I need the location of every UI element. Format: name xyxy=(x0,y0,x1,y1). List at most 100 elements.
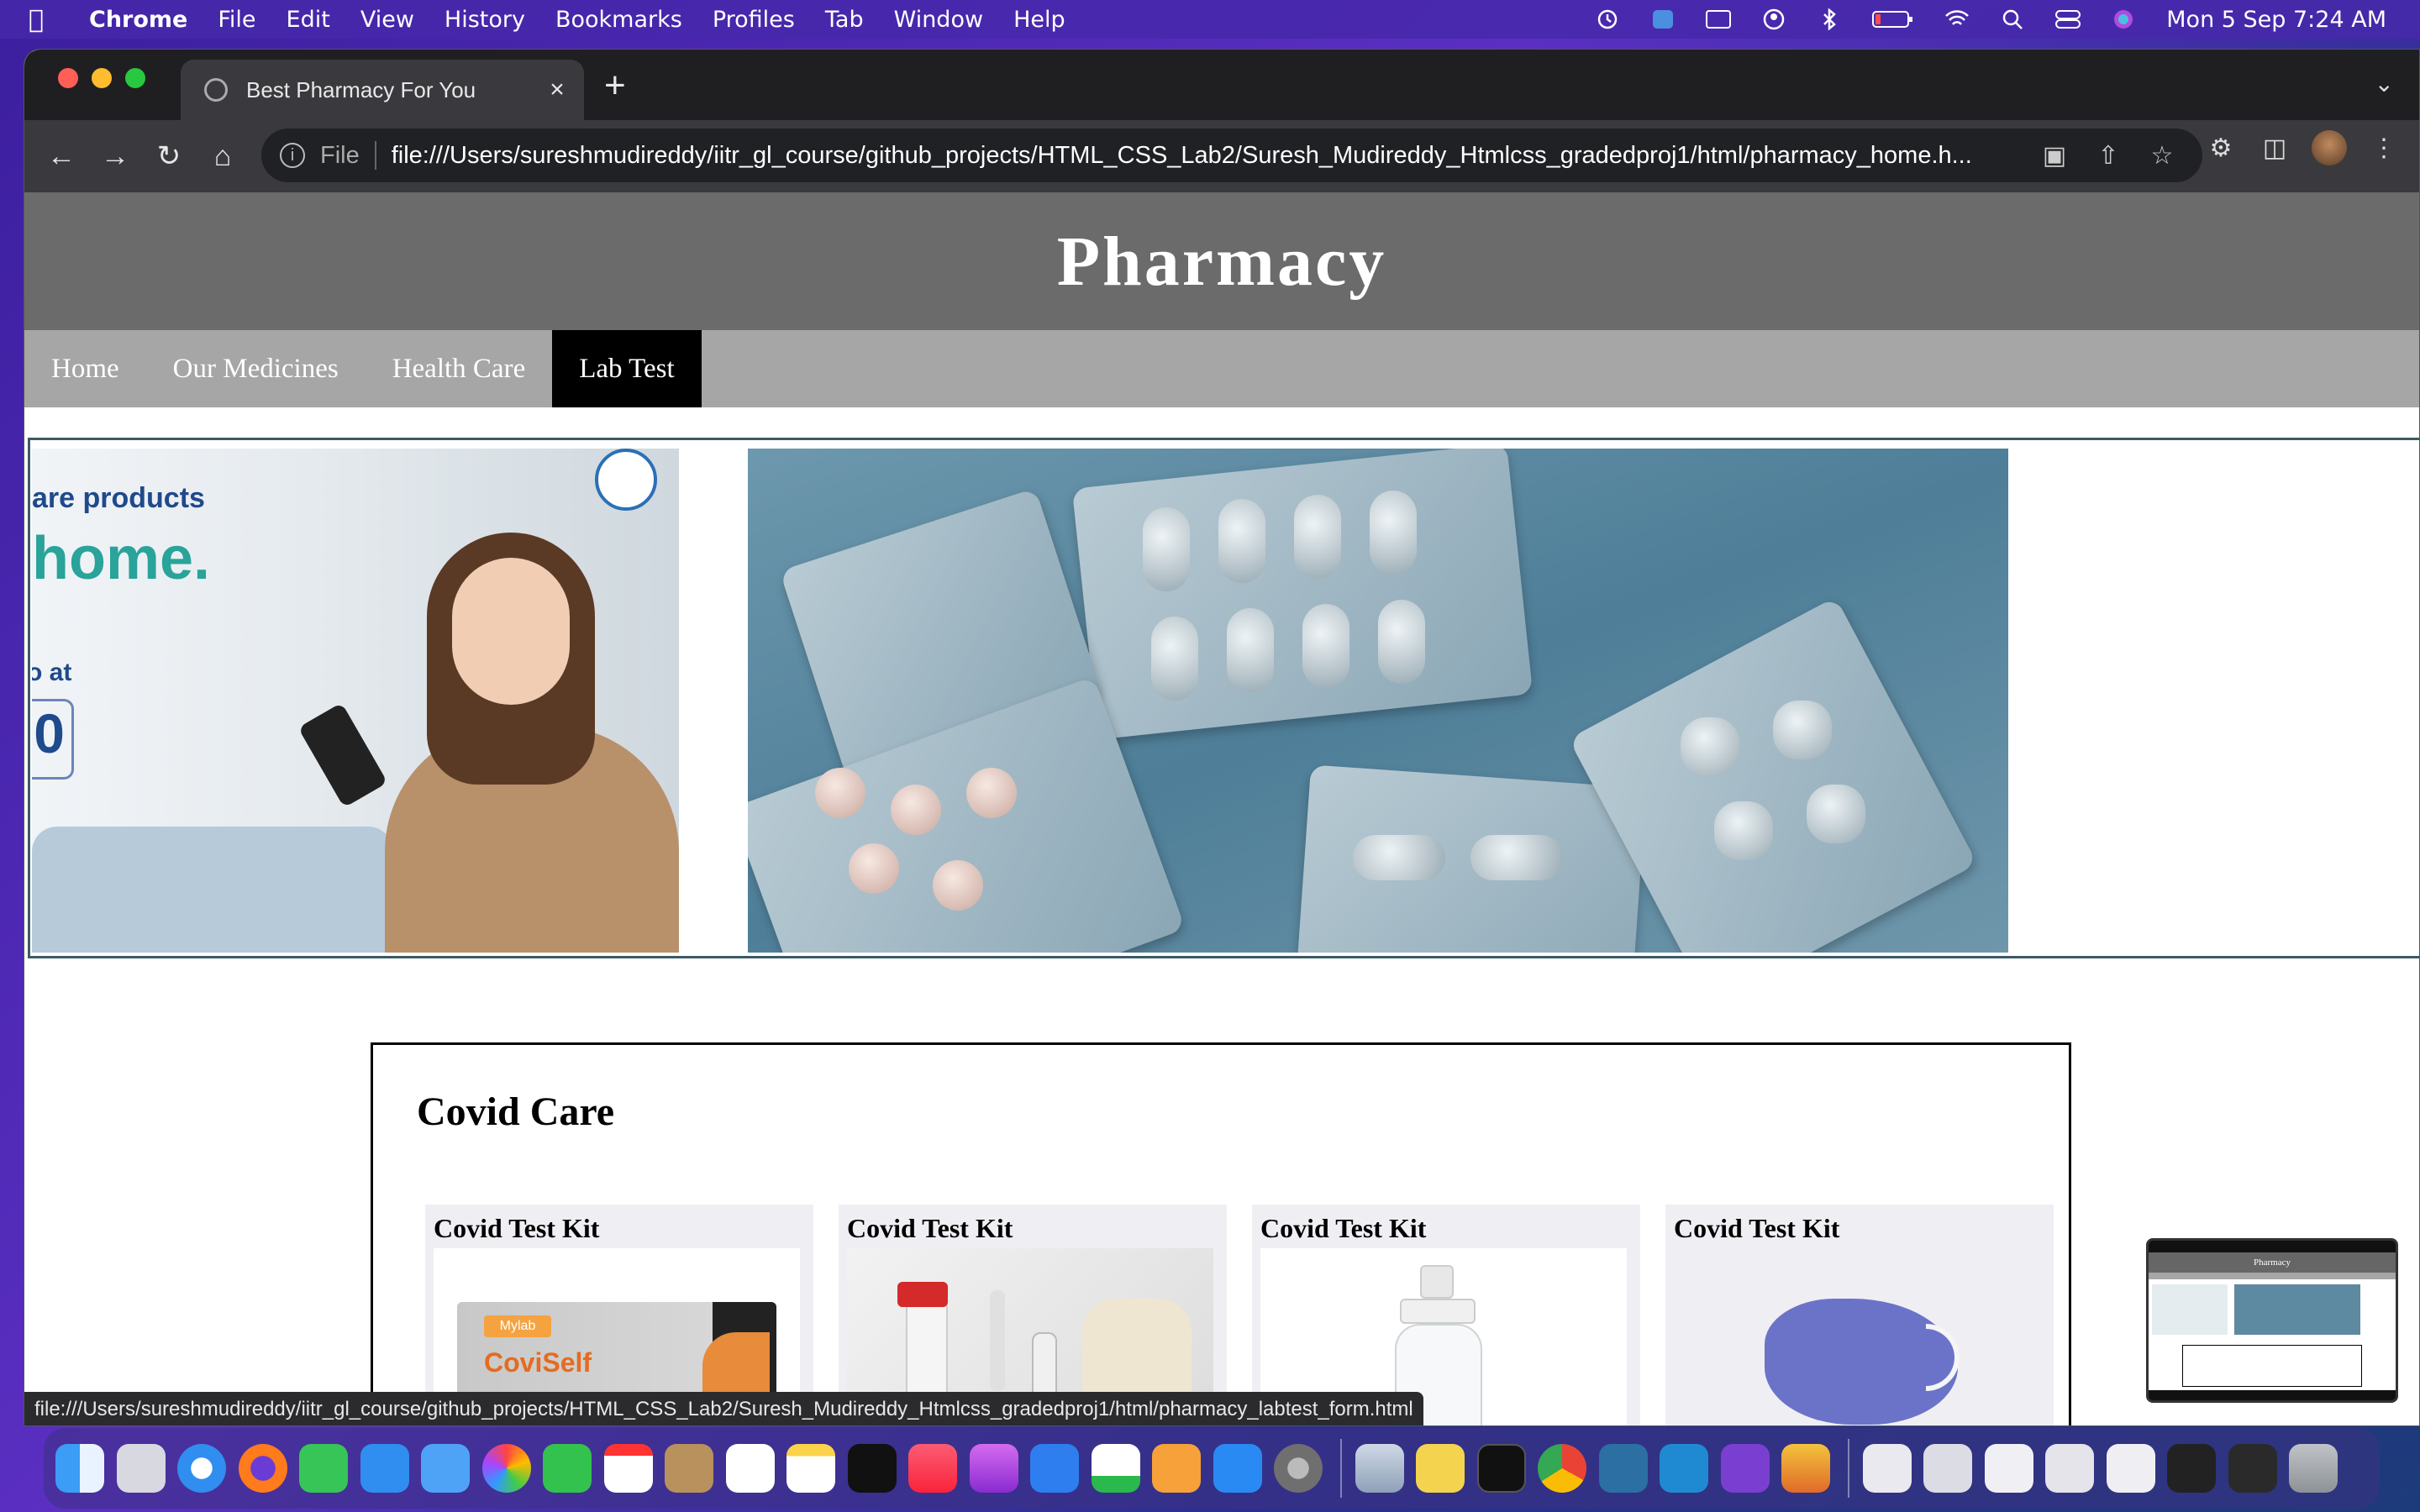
reminders-icon[interactable] xyxy=(725,1444,775,1493)
recent-window-thumbnail[interactable] xyxy=(2045,1444,2094,1493)
address-url[interactable]: file:///Users/sureshmudireddy/iitr_gl_co… xyxy=(392,142,2022,170)
recent-window-thumbnail[interactable] xyxy=(1862,1444,1912,1493)
system-preferences-icon[interactable] xyxy=(1274,1444,1323,1493)
tab-search-chevron-icon[interactable]: ⌄ xyxy=(2375,70,2394,97)
terminal-icon[interactable] xyxy=(1476,1444,1526,1493)
messages-icon[interactable] xyxy=(299,1444,348,1493)
nav-health-care[interactable]: Health Care xyxy=(366,330,553,407)
photos-icon[interactable] xyxy=(481,1444,531,1493)
profile-avatar[interactable] xyxy=(2312,130,2347,165)
product-card-title: Covid Test Kit xyxy=(847,1213,1013,1243)
pill-shape xyxy=(1353,835,1445,880)
facetime-icon[interactable] xyxy=(543,1444,592,1493)
user-account-icon[interactable] xyxy=(1761,8,1786,30)
menu-bookmarks[interactable]: Bookmarks xyxy=(555,7,682,33)
translate-icon[interactable]: ▣ xyxy=(2028,141,2081,171)
product-card[interactable]: Covid Test Kit xyxy=(1665,1205,2054,1425)
share-icon[interactable]: ⇧ xyxy=(2081,141,2135,171)
mail-icon[interactable] xyxy=(360,1444,409,1493)
pip-window-thumbnail[interactable]: Pharmacy xyxy=(2146,1238,2398,1403)
music-icon[interactable] xyxy=(908,1444,957,1493)
menu-app-name[interactable]: Chrome xyxy=(89,7,187,33)
nav-our-medicines[interactable]: Our Medicines xyxy=(146,330,366,407)
new-tab-button[interactable]: + xyxy=(604,65,626,107)
bluetooth-icon[interactable] xyxy=(1817,8,1842,30)
nav-lab-test[interactable]: Lab Test xyxy=(552,330,702,407)
address-bar[interactable]: i File file:///Users/sureshmudireddy/iit… xyxy=(261,129,2202,182)
keyboard-input-icon[interactable] xyxy=(1706,8,1732,30)
mysql-workbench-icon[interactable] xyxy=(1598,1444,1648,1493)
recent-window-thumbnail[interactable] xyxy=(1923,1444,1972,1493)
covid-care-section: Covid Care Covid Test Kit Mylab CoviSelf… xyxy=(371,1042,2071,1425)
back-arrow-icon[interactable]: ← xyxy=(34,140,88,173)
firefox-icon[interactable] xyxy=(238,1444,287,1493)
minimize-window-button[interactable] xyxy=(92,68,112,88)
bootstrap-studio-icon[interactable] xyxy=(1720,1444,1770,1493)
pill-shape xyxy=(1773,701,1832,759)
extensions-puzzle-icon[interactable]: ⚙ xyxy=(2194,134,2248,163)
menubar-clock[interactable]: Mon 5 Sep 7:24 AM xyxy=(2166,7,2386,33)
stickies-icon[interactable] xyxy=(1416,1444,1465,1493)
battery-icon[interactable] xyxy=(1872,8,1914,30)
launchpad-icon[interactable] xyxy=(116,1444,166,1493)
calendar-icon[interactable] xyxy=(603,1444,653,1493)
pill-shape xyxy=(1378,600,1425,684)
time-machine-icon[interactable] xyxy=(1595,8,1620,30)
trash-icon[interactable] xyxy=(2289,1444,2338,1493)
apple-tv-icon[interactable] xyxy=(847,1444,897,1493)
pill-shape xyxy=(1218,499,1265,583)
menu-tab[interactable]: Tab xyxy=(825,7,864,33)
podcasts-icon[interactable] xyxy=(969,1444,1018,1493)
spotlight-search-icon[interactable] xyxy=(2000,8,2025,30)
side-panel-icon[interactable]: ◫ xyxy=(2248,134,2302,163)
pages-icon[interactable] xyxy=(1152,1444,1201,1493)
keynote-icon[interactable] xyxy=(1030,1444,1079,1493)
menu-view[interactable]: View xyxy=(360,7,414,33)
vscode-icon[interactable] xyxy=(1660,1444,1708,1493)
menu-edit[interactable]: Edit xyxy=(287,7,330,33)
site-info-icon[interactable]: i xyxy=(280,143,305,168)
safari-icon[interactable] xyxy=(177,1444,226,1493)
control-center-icon[interactable] xyxy=(2055,8,2081,30)
reload-icon[interactable]: ↻ xyxy=(142,139,196,173)
siri-icon[interactable] xyxy=(2111,8,2136,30)
home-icon[interactable]: ⌂ xyxy=(196,140,250,173)
bookmark-star-icon[interactable]: ☆ xyxy=(2135,141,2189,171)
forward-arrow-icon[interactable]: → xyxy=(88,140,142,173)
app-status-icon[interactable] xyxy=(1650,8,1676,30)
menu-window[interactable]: Window xyxy=(894,7,983,33)
preview-icon[interactable] xyxy=(1355,1444,1404,1493)
menu-file[interactable]: File xyxy=(218,7,255,33)
nav-home[interactable]: Home xyxy=(24,330,146,407)
finder-icon[interactable] xyxy=(55,1444,104,1493)
recent-window-thumbnail[interactable] xyxy=(2106,1444,2155,1493)
notes-icon[interactable] xyxy=(786,1444,835,1493)
app-utility-icon[interactable] xyxy=(1781,1444,1830,1493)
recent-window-thumbnail[interactable] xyxy=(1984,1444,2033,1493)
pill-pack xyxy=(1071,449,1534,740)
banner-text-line2: home. xyxy=(32,525,211,592)
browser-menu-icon[interactable]: ⋮ xyxy=(2357,134,2411,163)
product-card-title: Covid Test Kit xyxy=(434,1213,600,1243)
tab-close-icon[interactable]: × xyxy=(540,76,574,104)
banner-text-line1: are products xyxy=(32,482,205,514)
wifi-icon[interactable] xyxy=(1944,8,1970,30)
menu-history[interactable]: History xyxy=(445,7,525,33)
numbers-icon[interactable] xyxy=(1091,1444,1140,1493)
contacts-icon[interactable] xyxy=(665,1444,713,1493)
web-page: Pharmacy Home Our Medicines Health Care … xyxy=(24,192,2419,1425)
menu-help[interactable]: Help xyxy=(1013,7,1065,33)
menu-profiles[interactable]: Profiles xyxy=(713,7,795,33)
app-store-icon[interactable] xyxy=(1213,1444,1262,1493)
apple-menu-icon[interactable]:  xyxy=(29,5,62,34)
maps-icon[interactable] xyxy=(421,1444,470,1493)
close-window-button[interactable] xyxy=(58,68,78,88)
recent-window-thumbnail[interactable] xyxy=(2228,1444,2277,1493)
test-kit-brand: Mylab xyxy=(484,1315,551,1337)
maximize-window-button[interactable] xyxy=(125,68,145,88)
chrome-icon[interactable] xyxy=(1538,1444,1586,1493)
browser-tab-active[interactable]: Best Pharmacy For You × xyxy=(181,60,584,120)
macos-dock xyxy=(44,1428,2380,1509)
woman-face-shape xyxy=(452,558,570,705)
recent-window-thumbnail[interactable] xyxy=(2167,1444,2216,1493)
